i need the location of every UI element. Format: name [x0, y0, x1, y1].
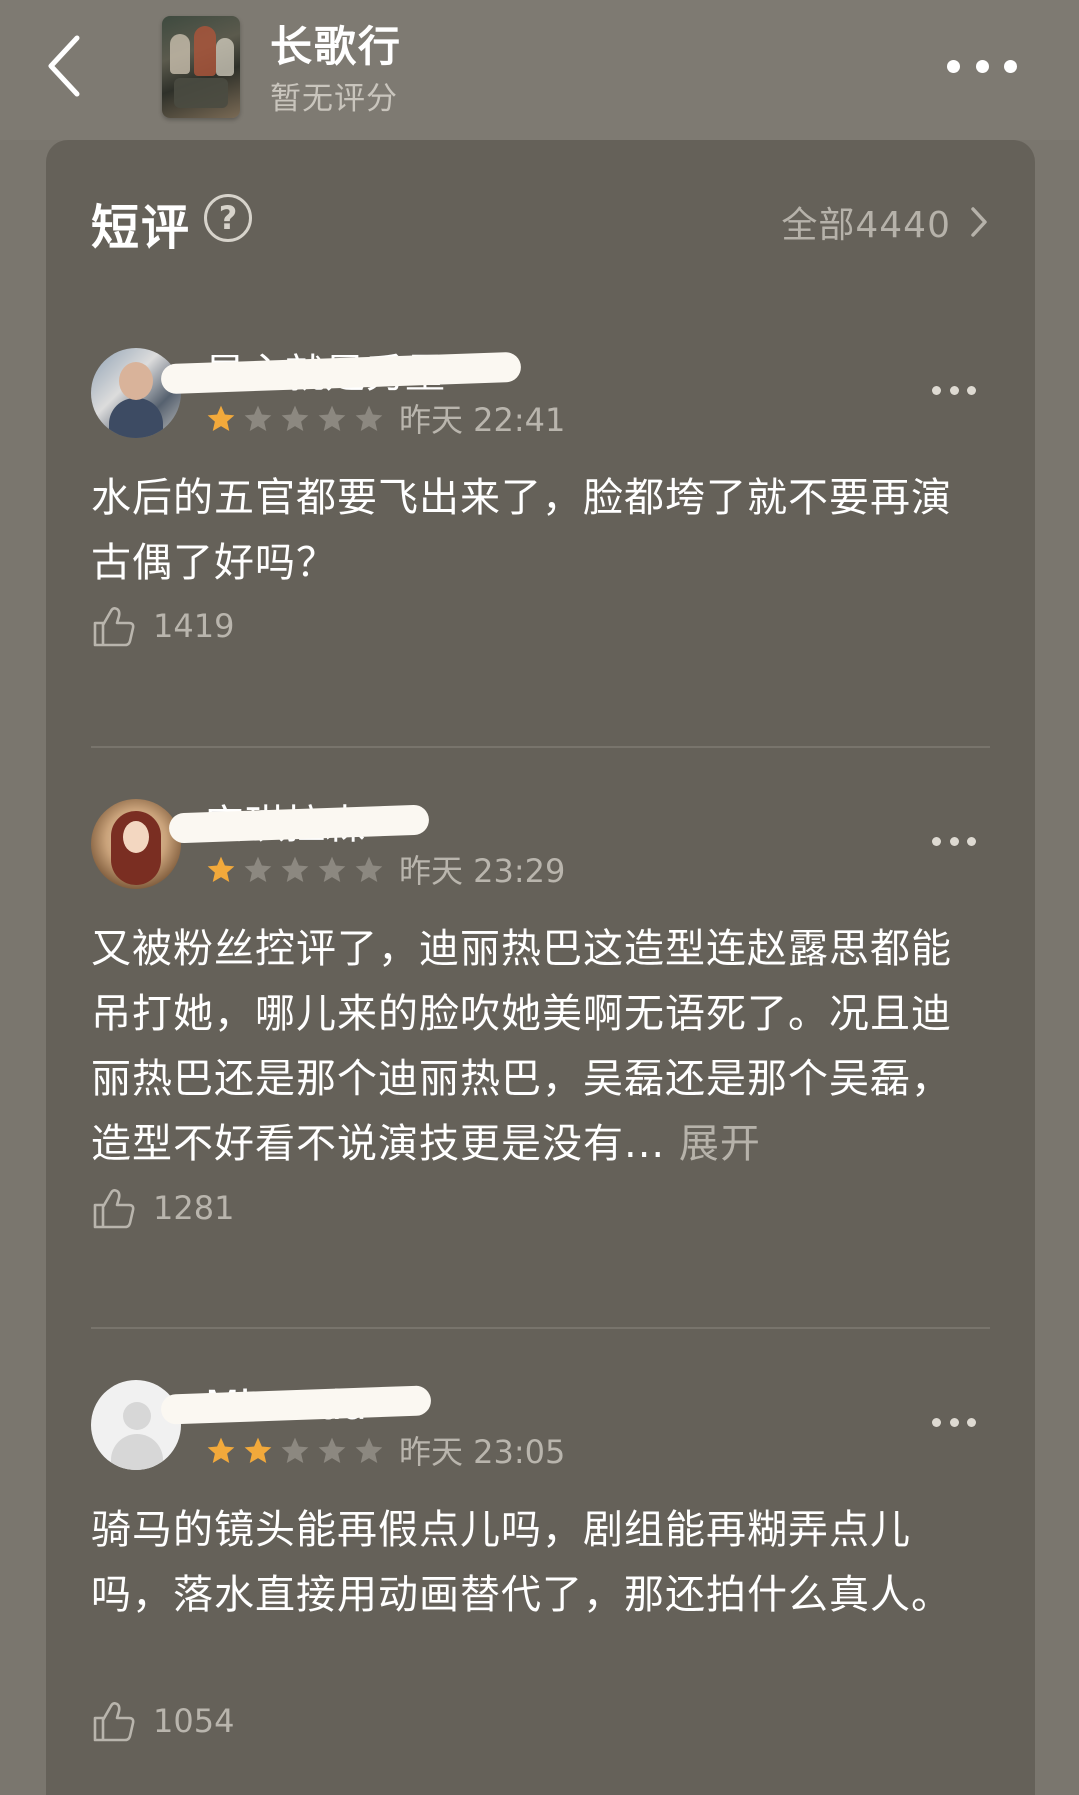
- thumbs-up-icon: [93, 1702, 135, 1742]
- thumbs-up-icon: [93, 607, 135, 647]
- all-reviews-label: 全部4440: [781, 205, 951, 246]
- star-empty-icon: [318, 856, 346, 882]
- star-rating: [205, 402, 390, 436]
- like-count: 1054: [153, 1702, 235, 1740]
- star-empty-icon: [355, 856, 383, 882]
- chevron-right-icon: [971, 207, 987, 237]
- star-filled-icon: [207, 405, 235, 431]
- like-count: 1419: [153, 607, 235, 645]
- review-more-button[interactable]: [932, 384, 976, 396]
- star-filled-icon: [207, 1437, 235, 1463]
- short-review-card: 短评 ? 全部4440 是主就是秀量 昨天 22:41 水后的五官都要飞出来了，…: [46, 140, 1035, 1795]
- star-filled-icon: [207, 856, 235, 882]
- star-empty-icon: [355, 1437, 383, 1463]
- review-body: 又被粉丝控评了，迪丽热巴这造型连赵露思都能吊打她，哪儿来的脸吹她美啊无语死了。况…: [91, 926, 952, 1167]
- star-rating: [205, 1434, 390, 1468]
- review-text: 水后的五官都要飞出来了，脸都垮了就不要再演古偶了好吗？: [91, 466, 990, 596]
- chevron-left-icon: [48, 35, 80, 97]
- top-navigation-bar: 长歌行 暂无评分: [0, 0, 1079, 140]
- star-empty-icon: [318, 1437, 346, 1463]
- review-more-button[interactable]: [932, 1416, 976, 1428]
- review-item: 是主就是秀量 昨天 22:41 水后的五官都要飞出来了，脸都垮了就不要再演古偶了…: [91, 348, 990, 648]
- review-item: Miranda 昨天 23:05 骑马的镜头能再假点儿吗，剧组能再糊弄点儿吗，落…: [91, 1380, 990, 1795]
- star-empty-icon: [355, 405, 383, 431]
- like-button[interactable]: 1054: [91, 1698, 234, 1744]
- review-time: 昨天 23:29: [399, 852, 566, 890]
- question-circle-icon[interactable]: ?: [204, 194, 252, 242]
- expand-link[interactable]: 展开: [679, 1121, 761, 1167]
- star-rating: [205, 853, 390, 887]
- drama-poster-thumbnail[interactable]: [162, 16, 240, 118]
- section-title: 短评: [91, 200, 192, 256]
- more-horizontal-icon: [932, 1417, 941, 1427]
- avatar[interactable]: [91, 348, 181, 438]
- review-divider: [91, 1327, 990, 1329]
- thumbs-up-icon: [93, 1189, 135, 1229]
- title-block[interactable]: 长歌行 暂无评分: [270, 20, 402, 120]
- review-body: 水后的五官都要飞出来了，脸都垮了就不要再演古偶了好吗？: [91, 475, 952, 586]
- avatar[interactable]: [91, 1380, 181, 1470]
- more-horizontal-icon: [947, 59, 960, 73]
- review-time: 昨天 22:41: [399, 401, 566, 439]
- more-horizontal-icon: [932, 836, 941, 846]
- like-button[interactable]: 1281: [91, 1185, 234, 1231]
- star-filled-icon: [244, 1437, 272, 1463]
- rating-status: 暂无评分: [270, 81, 398, 117]
- back-button[interactable]: [34, 28, 94, 104]
- star-empty-icon: [281, 856, 309, 882]
- review-time: 昨天 23:05: [399, 1433, 566, 1471]
- star-empty-icon: [281, 1437, 309, 1463]
- more-horizontal-icon: [932, 385, 941, 395]
- review-text: 骑马的镜头能再假点儿吗，剧组能再糊弄点儿吗，落水直接用动画替代了，那还拍什么真人…: [91, 1498, 990, 1628]
- star-empty-icon: [244, 856, 272, 882]
- review-divider: [91, 746, 990, 748]
- review-text: 又被粉丝控评了，迪丽热巴这造型连赵露思都能吊打她，哪儿来的脸吹她美啊无语死了。况…: [91, 917, 990, 1177]
- avatar[interactable]: [91, 799, 181, 889]
- review-item: 安琪拉森 昨天 23:29 又被粉丝控评了，迪丽热巴这造型连赵露思都能吊打她，哪…: [91, 799, 990, 1249]
- like-count: 1281: [153, 1189, 235, 1227]
- all-reviews-link[interactable]: 全部4440: [781, 196, 989, 248]
- star-empty-icon: [281, 405, 309, 431]
- star-empty-icon: [244, 405, 272, 431]
- star-empty-icon: [318, 405, 346, 431]
- more-options-button[interactable]: [947, 54, 1017, 78]
- drama-title: 长歌行: [270, 22, 403, 71]
- review-more-button[interactable]: [932, 835, 976, 847]
- review-body: 骑马的镜头能再假点儿吗，剧组能再糊弄点儿吗，落水直接用动画替代了，那还拍什么真人…: [91, 1507, 952, 1618]
- like-button[interactable]: 1419: [91, 603, 234, 649]
- card-header: 短评 ? 全部4440: [46, 140, 1035, 300]
